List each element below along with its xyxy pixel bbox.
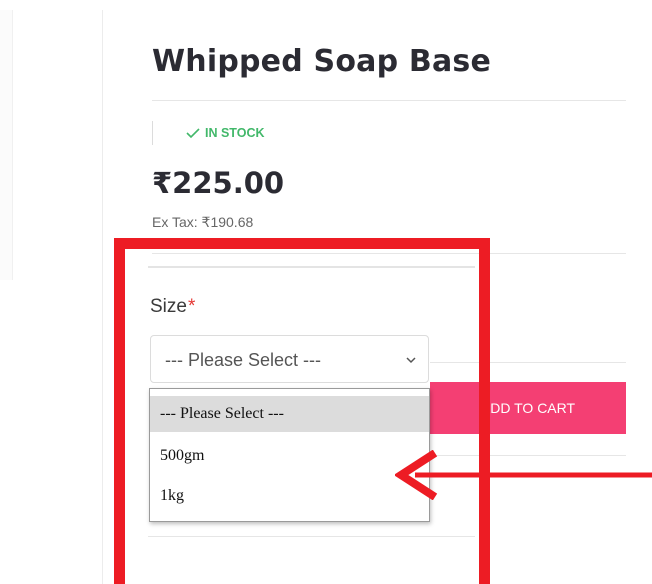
check-icon xyxy=(186,128,200,139)
divider xyxy=(152,253,626,254)
dropdown-option-please-select[interactable]: --- Please Select --- xyxy=(150,396,429,432)
size-select-value: --- Please Select --- xyxy=(165,350,322,370)
column-divider xyxy=(102,10,103,584)
stock-separator xyxy=(152,121,153,145)
divider xyxy=(152,100,626,101)
left-panel xyxy=(0,10,13,280)
chevron-down-icon xyxy=(406,357,416,364)
divider xyxy=(430,362,626,363)
arrow-left-icon xyxy=(395,450,652,500)
size-label-text: Size xyxy=(150,296,187,317)
ex-tax-price: Ex Tax: ₹190.68 xyxy=(152,214,254,230)
size-dropdown-list: --- Please Select --- 500gm 1kg xyxy=(149,388,430,522)
dropdown-option-1kg[interactable]: 1kg xyxy=(150,478,429,514)
required-mark: * xyxy=(187,296,196,317)
product-price: ₹225.00 xyxy=(152,166,285,200)
stock-status-label: IN STOCK xyxy=(205,126,265,140)
size-label: Size* xyxy=(150,296,195,318)
stock-status: IN STOCK xyxy=(185,126,265,140)
product-title: Whipped Soap Base xyxy=(152,44,492,79)
add-to-cart-button[interactable]: ADD TO CART xyxy=(430,382,626,434)
dropdown-option-500gm[interactable]: 500gm xyxy=(150,438,429,474)
divider xyxy=(148,266,475,268)
size-select[interactable]: --- Please Select --- xyxy=(150,335,429,383)
divider xyxy=(148,536,475,537)
